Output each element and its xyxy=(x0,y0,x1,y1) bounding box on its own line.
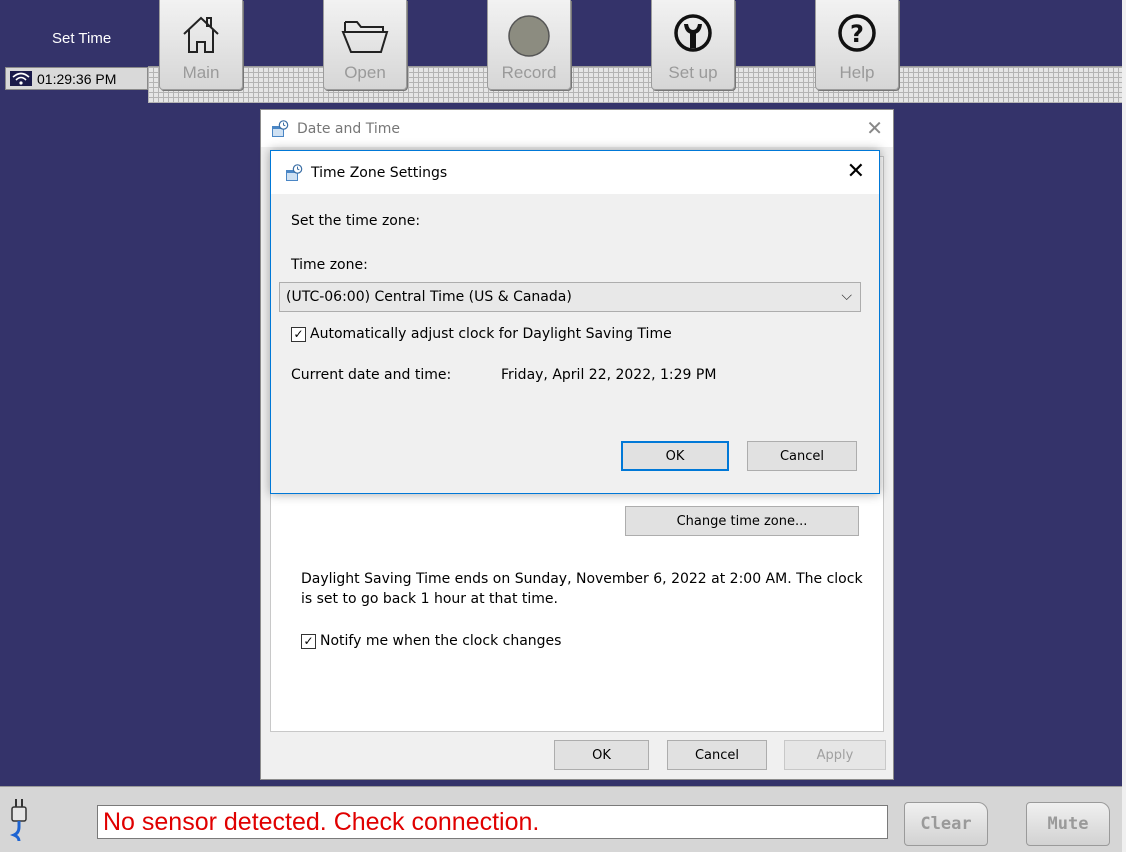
time-zone-icon xyxy=(286,163,303,181)
notify-checkbox-row[interactable]: ✓ Notify me when the clock changes xyxy=(301,633,561,649)
mute-button[interactable]: Mute xyxy=(1026,802,1110,846)
current-date-time-label: Current date and time: xyxy=(291,367,452,383)
notify-checkbox[interactable]: ✓ xyxy=(301,633,316,649)
date-time-titlebar: Date and Time xyxy=(261,110,893,147)
wrench-icon xyxy=(674,14,712,52)
time-zone-ok-button[interactable]: OK xyxy=(621,441,729,471)
date-time-apply-button[interactable]: Apply xyxy=(784,740,886,770)
wifi-icon xyxy=(10,71,32,86)
date-time-ok-button[interactable]: OK xyxy=(554,740,649,770)
open-button-label: Open xyxy=(344,63,386,82)
record-button[interactable]: Record xyxy=(487,0,571,90)
time-zone-cancel-button[interactable]: Cancel xyxy=(747,441,857,471)
time-zone-close-icon[interactable]: ✕ xyxy=(847,161,865,183)
dst-auto-checkbox[interactable]: ✓ xyxy=(291,326,306,342)
set-time-zone-intro: Set the time zone: xyxy=(291,213,421,229)
top-toolbar: Set Time 01:29:36 PM Main Open Record Se… xyxy=(0,0,1122,105)
dst-message: Daylight Saving Time ends on Sunday, Nov… xyxy=(301,571,863,607)
dst-auto-checkbox-row[interactable]: ✓ Automatically adjust clock for Dayligh… xyxy=(291,326,672,342)
time-zone-value: (UTC-06:00) Central Time (US & Canada) xyxy=(286,289,572,305)
status-message-box: No sensor detected. Check connection. xyxy=(97,805,888,839)
status-message: No sensor detected. Check connection. xyxy=(103,807,540,836)
record-icon xyxy=(508,15,550,57)
time-zone-label: Time zone: xyxy=(291,257,368,273)
chevron-down-icon: ⌵ xyxy=(841,288,852,304)
help-icon: ? xyxy=(838,14,876,52)
dst-auto-label: Automatically adjust clock for Daylight … xyxy=(310,326,672,342)
time-zone-title: Time Zone Settings xyxy=(311,164,448,181)
date-time-title: Date and Time xyxy=(297,120,400,137)
change-time-zone-button[interactable]: Change time zone... xyxy=(625,506,859,536)
current-date-time-value: Friday, April 22, 2022, 1:29 PM xyxy=(501,367,717,383)
main-button-label: Main xyxy=(182,63,220,82)
clock-display: 01:29:36 PM xyxy=(5,67,148,90)
record-button-label: Record xyxy=(501,63,557,82)
time-zone-dialog: Time Zone Settings ✕ Set the time zone: … xyxy=(270,150,880,494)
plug-icon xyxy=(9,799,27,842)
date-time-icon xyxy=(272,119,289,137)
svg-text:?: ? xyxy=(850,20,864,48)
date-time-close-icon[interactable]: ✕ xyxy=(866,118,883,138)
help-button-label: Help xyxy=(839,63,875,82)
screen-title: Set Time xyxy=(52,30,112,47)
status-bar: No sensor detected. Check connection. Cl… xyxy=(0,786,1122,852)
open-button[interactable]: Open xyxy=(323,0,407,90)
main-button[interactable]: Main xyxy=(159,0,243,90)
clock-time: 01:29:36 PM xyxy=(37,70,117,87)
setup-button[interactable]: Set up xyxy=(651,0,735,90)
folder-icon xyxy=(341,21,389,53)
toolbar-grid xyxy=(148,66,1122,103)
clear-button[interactable]: Clear xyxy=(904,802,988,846)
date-time-cancel-button[interactable]: Cancel xyxy=(667,740,767,770)
time-zone-select[interactable]: (UTC-06:00) Central Time (US & Canada) ⌵ xyxy=(279,282,861,312)
notify-label: Notify me when the clock changes xyxy=(320,633,562,649)
time-zone-titlebar: Time Zone Settings xyxy=(271,151,879,194)
setup-button-label: Set up xyxy=(668,63,718,82)
help-button[interactable]: ? Help xyxy=(815,0,899,90)
app-window: Set Time 01:29:36 PM Main Open Record Se… xyxy=(0,0,1126,852)
home-icon xyxy=(183,16,219,53)
